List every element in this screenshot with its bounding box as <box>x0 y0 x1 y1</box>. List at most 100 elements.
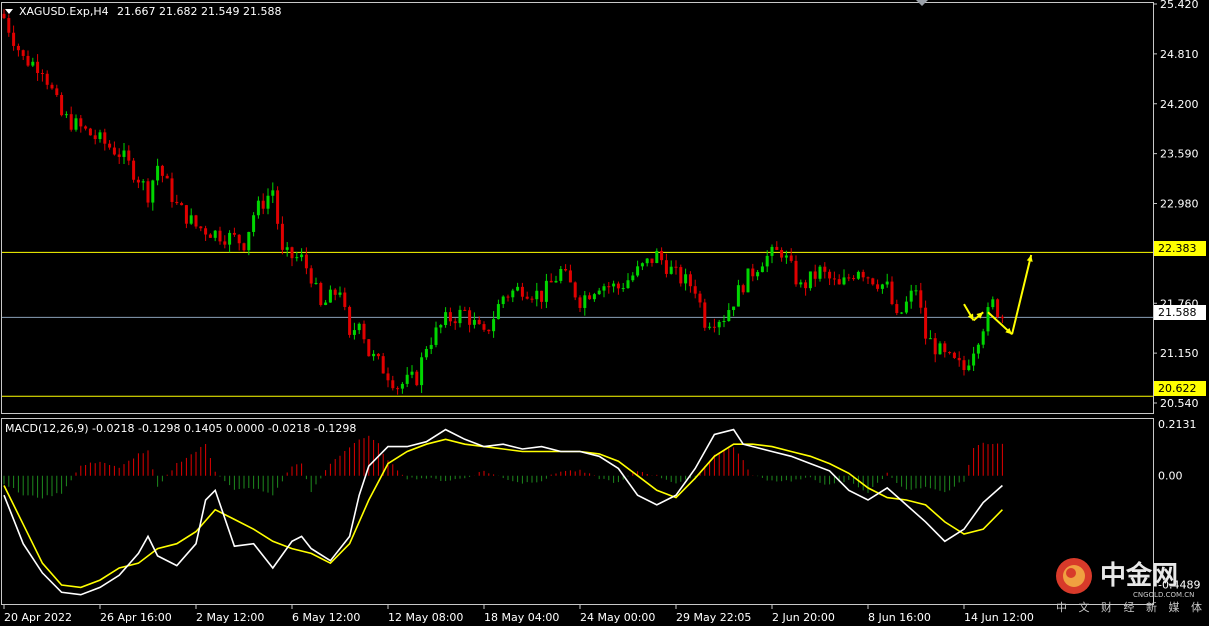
watermark-url: CNGOLD.COM.CN <box>1133 591 1194 599</box>
candle-body <box>405 374 409 384</box>
candle-body <box>597 290 601 295</box>
candle-body <box>904 301 908 313</box>
candle-body <box>396 388 400 390</box>
candle-body <box>880 284 884 289</box>
candle-body <box>60 95 64 116</box>
candle-body <box>751 268 755 277</box>
candle-body <box>348 306 352 335</box>
candle-body <box>871 278 875 285</box>
price-chart[interactable]: XAGUSD.Exp,H4 21.667 21.682 21.549 21.58… <box>0 0 1209 626</box>
macd-tick-label: 0.00 <box>1158 470 1183 483</box>
candle-body <box>717 321 721 328</box>
candle-body <box>290 247 294 259</box>
candle-body <box>732 306 736 311</box>
price-tick-label: 23.590 <box>1160 148 1199 161</box>
candle-body <box>564 269 568 271</box>
candle-body <box>837 279 841 285</box>
candle-body <box>12 32 16 46</box>
candle-body <box>962 360 966 370</box>
candle-body <box>780 249 784 258</box>
candle-body <box>679 267 683 284</box>
candle-body <box>352 330 356 335</box>
candle-body <box>45 73 49 85</box>
candle-body <box>357 323 361 331</box>
candle-body <box>208 234 212 238</box>
candle-body <box>703 302 707 328</box>
candle-body <box>55 88 59 96</box>
candle-body <box>232 232 236 235</box>
candle-body <box>285 247 289 250</box>
candle-body <box>722 321 726 323</box>
candle-body <box>568 270 572 283</box>
candle-body <box>914 290 918 292</box>
candle-body <box>276 190 280 224</box>
candle-body <box>98 132 102 140</box>
candle-body <box>621 288 625 290</box>
ohlc-label: 21.667 21.682 21.549 21.588 <box>117 5 281 18</box>
candle-body <box>434 327 438 345</box>
candle-body <box>74 118 78 130</box>
candle-body <box>141 181 145 183</box>
candle-body <box>472 319 476 325</box>
candle-body <box>1000 316 1004 319</box>
candle-body <box>160 165 164 176</box>
price-tick-label: 24.810 <box>1160 48 1199 61</box>
candle-body <box>16 45 20 51</box>
candle-body <box>50 84 54 89</box>
price-tick-label: 25.420 <box>1160 0 1199 11</box>
candle-body <box>103 132 107 144</box>
time-tick-label: 12 May 08:00 <box>388 611 463 624</box>
candle-body <box>376 353 380 357</box>
candle-body <box>760 266 764 273</box>
candle-body <box>952 352 956 358</box>
candle-body <box>372 353 376 357</box>
candle-body <box>746 268 750 293</box>
candle-body <box>280 223 284 250</box>
candle-body <box>938 343 942 355</box>
macd-label: MACD(12,26,9) -0.0218 -0.1298 0.1405 0.0… <box>5 422 356 435</box>
candle-body <box>664 260 668 274</box>
candle-body <box>933 338 937 355</box>
candle-body <box>410 371 414 375</box>
candle-body <box>588 295 592 300</box>
candle-body <box>266 195 270 209</box>
candle-body <box>88 128 92 136</box>
candle-body <box>924 307 928 339</box>
candle-body <box>554 280 558 283</box>
candle-body <box>520 286 524 297</box>
candle-body <box>823 266 827 272</box>
candle-body <box>247 231 251 251</box>
candle-body <box>756 272 760 277</box>
watermark-tagline: 中 文 财 经 新 媒 体 <box>1056 600 1206 614</box>
candle-body <box>420 357 424 386</box>
candle-body <box>530 298 534 300</box>
candle-body <box>256 200 260 216</box>
candle-body <box>852 278 856 280</box>
candle-body <box>919 290 923 308</box>
candle-body <box>808 271 812 289</box>
candle-body <box>549 280 553 283</box>
price-tick-label: 21.150 <box>1160 347 1199 360</box>
candle-body <box>482 324 486 330</box>
candle-body <box>439 325 443 328</box>
candle-body <box>127 150 131 161</box>
candle-body <box>909 290 913 302</box>
candle-body <box>343 292 347 307</box>
candle-body <box>429 344 433 349</box>
time-tick-label: 29 May 22:05 <box>676 611 751 624</box>
candle-body <box>40 73 44 75</box>
support-tag: 20.622 <box>1158 382 1197 395</box>
candle-body <box>948 352 952 354</box>
candle-body <box>693 286 697 294</box>
candle-body <box>804 282 808 289</box>
candle-body <box>367 339 371 357</box>
candle-body <box>400 383 404 389</box>
candle-body <box>492 319 496 332</box>
current-price-tag: 21.588 <box>1158 306 1197 319</box>
price-tick-label: 24.200 <box>1160 98 1199 111</box>
candle-body <box>535 290 539 300</box>
price-tick-label: 20.540 <box>1160 397 1199 410</box>
candle-body <box>381 356 385 374</box>
candle-body <box>967 365 971 370</box>
candle-body <box>117 154 121 157</box>
